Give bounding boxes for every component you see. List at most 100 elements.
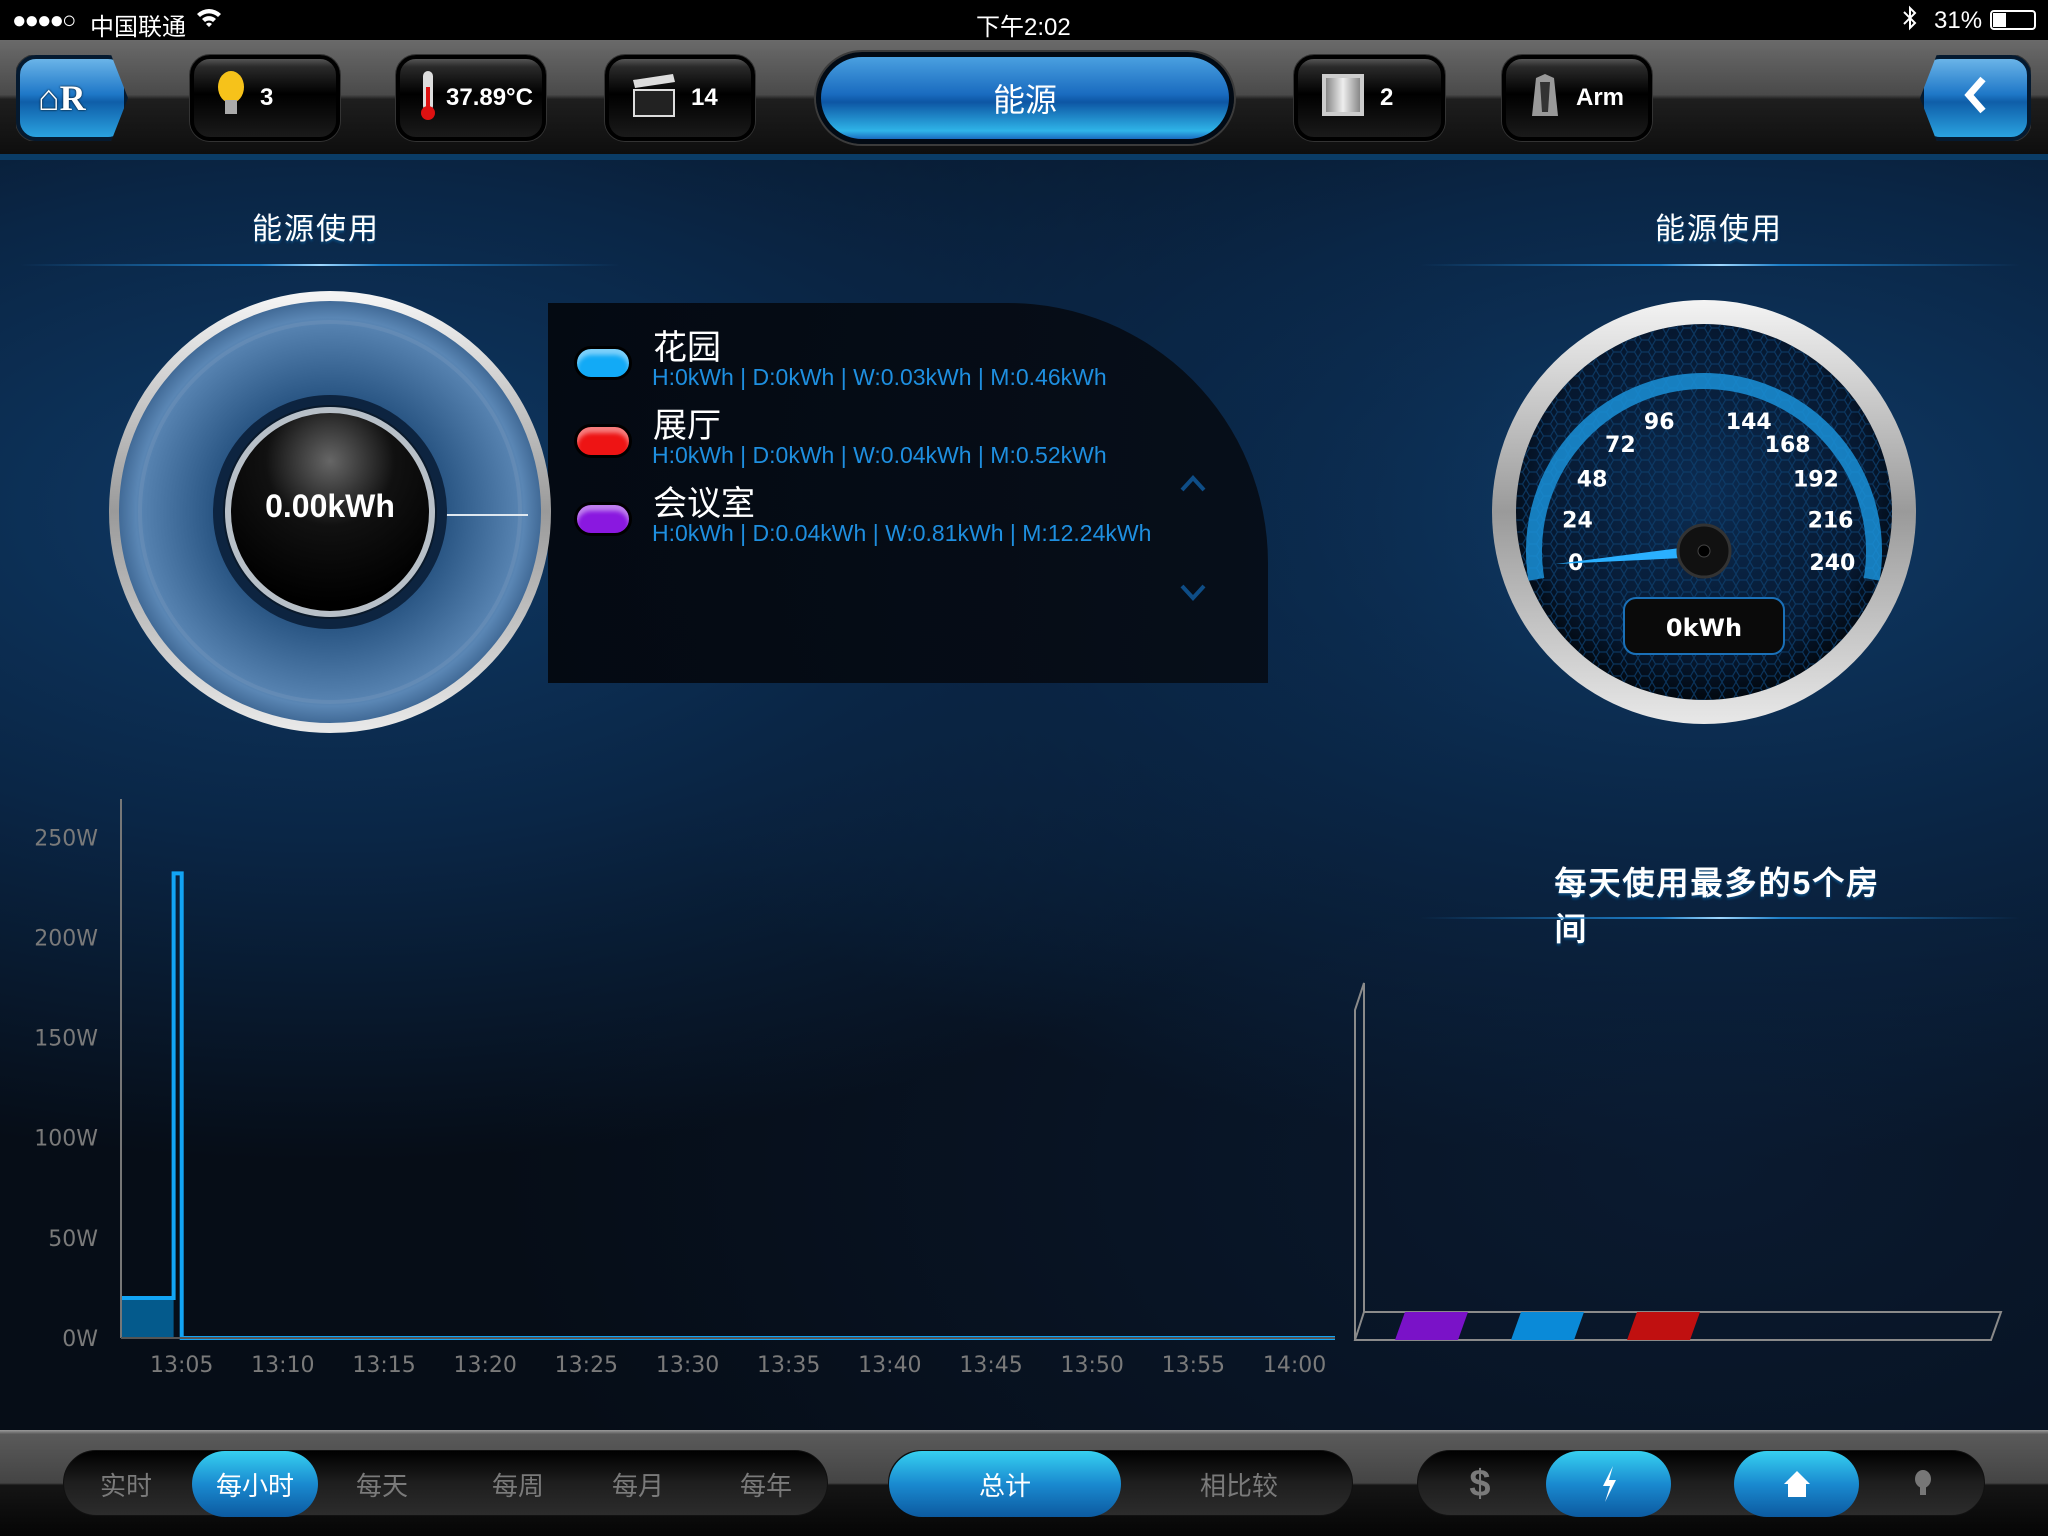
x-tick-label: 13:20 [453,1353,516,1378]
period-selector: 实时 每小时 每天 每周 每月 每年 [63,1450,828,1517]
room-bar [1511,1312,1584,1340]
security-status: Arm [1576,84,1625,111]
energy-gauge: 0 24 48 72 96 144168 192 216 240 0kWh [1492,300,1916,724]
y-tick-label: 100W [34,1127,98,1152]
top-rooms-title: 每天使用最多的5个房间 [1554,865,1881,947]
scenes-button[interactable]: 14 [605,55,755,141]
lights-count: 3 [260,84,274,111]
gauge-tick-label: 72 [1605,433,1636,458]
security-button[interactable]: Arm [1502,55,1652,141]
home-icon[interactable] [1734,1451,1859,1517]
x-tick-label: 13:50 [1060,1353,1123,1378]
climate-button[interactable]: 37.89°C [396,55,546,141]
energy-bolt-icon[interactable] [1546,1451,1671,1517]
total-energy-value: 0.00kWh [265,488,395,524]
y-tick-label: 50W [48,1227,98,1252]
battery-percent: 31% [1934,7,1983,34]
room-bar [1395,1312,1468,1340]
title-underline [1420,264,2020,266]
lightbulb-icon[interactable] [1898,1451,1948,1517]
signal-strength: ●●●●○ [12,7,77,34]
window-shade-icon [1320,72,1366,125]
period-hourly[interactable]: 每小时 [192,1451,318,1517]
view-selector: $ [1417,1450,1985,1517]
gauge-tick-label: 168 [1765,433,1811,458]
right-panel-title: 能源使用 [1655,213,1783,246]
back-button[interactable] [1920,55,2031,141]
y-tick-label: 200W [34,926,98,951]
top-rooms-bar-chart [1353,982,2003,1341]
status-bar: ●●●●○ 中国联通 下午2:02 31% [0,0,2048,41]
legend-swatch-garden [574,346,632,380]
bottom-toolbar: 实时 每小时 每天 每周 每月 每年 总计 相比较 $ [0,1430,2048,1536]
temperature-value: 37.89°C [446,84,533,111]
period-realtime[interactable]: 实时 [86,1451,166,1517]
y-tick-label: 150W [34,1027,98,1052]
x-tick-label: 14:00 [1263,1353,1326,1378]
period-daily[interactable]: 每天 [332,1451,432,1517]
gauge-tick-label: 48 [1577,467,1608,492]
carrier-name: 中国联通 [90,14,186,41]
title-underline [20,264,620,266]
chevron-left-icon [1961,75,1991,122]
room-usage-detail: H:0kWh | D:0.04kWh | W:0.81kWh | M:12.24… [652,520,1152,546]
battery-icon [1990,10,2036,30]
gauge-tick-label: 192 [1793,467,1839,492]
gauge-tick-label: 0 [1568,551,1583,576]
cost-dollar-icon[interactable]: $ [1438,1451,1522,1517]
scroll-down-chevron-icon[interactable] [1180,576,1206,610]
room-usage-detail: H:0kWh | D:0kWh | W:0.03kWh | M:0.46kWh [652,364,1107,390]
home-logo-button[interactable]: ⌂R [16,55,128,141]
title-underline [1420,917,2020,919]
gauge-tick-label: 24 [1562,508,1593,533]
mode-compare[interactable]: 相比较 [1179,1451,1299,1517]
security-icon [1528,72,1562,125]
gauge-tick-label: 240 [1809,551,1855,576]
lightbulb-icon [216,70,246,127]
tab-energy[interactable]: 能源 [816,52,1234,144]
bluetooth-icon [1902,5,1918,38]
x-tick-label: 13:25 [555,1353,618,1378]
y-tick-label: 250W [34,826,98,851]
x-tick-label: 13:30 [656,1353,719,1378]
x-tick-label: 13:05 [150,1353,213,1378]
x-tick-label: 13:10 [251,1353,314,1378]
lights-button[interactable]: 3 [190,55,340,141]
x-tick-label: 13:45 [959,1353,1022,1378]
room-name: 花园 [653,329,721,367]
x-tick-label: 13:15 [352,1353,415,1378]
clock: 下午2:02 [976,14,1071,41]
x-tick-label: 13:40 [858,1353,921,1378]
room-bar [1627,1312,1700,1340]
mode-selector: 总计 相比较 [888,1450,1353,1517]
period-weekly[interactable]: 每周 [468,1451,568,1517]
clapperboard-icon [631,72,677,125]
shades-count: 2 [1380,84,1394,111]
period-monthly[interactable]: 每月 [588,1451,688,1517]
gauge-readout: 0kWh [1666,614,1742,642]
x-tick-label: 13:55 [1162,1353,1225,1378]
room-usage-detail: H:0kWh | D:0kWh | W:0.04kWh | M:0.52kWh [652,442,1107,468]
room-name: 展厅 [653,407,721,445]
hourly-power-chart: 0W 50W 100W 150W 200W 250W 13:05 13:10 13:15 13:2… [34,799,1335,1378]
shades-button[interactable]: 2 [1294,55,1445,141]
legend-swatch-showroom [574,424,632,458]
logo-icon: ⌂R [38,78,86,118]
y-tick-label: 0W [62,1327,98,1352]
period-yearly[interactable]: 每年 [716,1451,816,1517]
gauge-tick-label: 216 [1808,508,1854,533]
left-panel-title: 能源使用 [252,213,380,246]
tab-energy-label: 能源 [992,82,1057,118]
room-name: 会议室 [653,485,755,523]
mode-total[interactable]: 总计 [889,1451,1121,1517]
gauge-tick-label: 144 [1726,410,1772,435]
top-toolbar: ⌂R 3 37.89°C 14 能源 2 Arm [0,40,2048,154]
scenes-count: 14 [691,84,718,111]
gauge-tick-label: 96 [1644,410,1675,435]
legend-swatch-meeting-room [574,502,632,536]
scroll-up-chevron-icon[interactable] [1180,466,1206,500]
power-area [121,1297,174,1338]
power-line [121,871,1335,1340]
wifi-icon [196,6,222,35]
thermometer-icon [418,69,438,128]
